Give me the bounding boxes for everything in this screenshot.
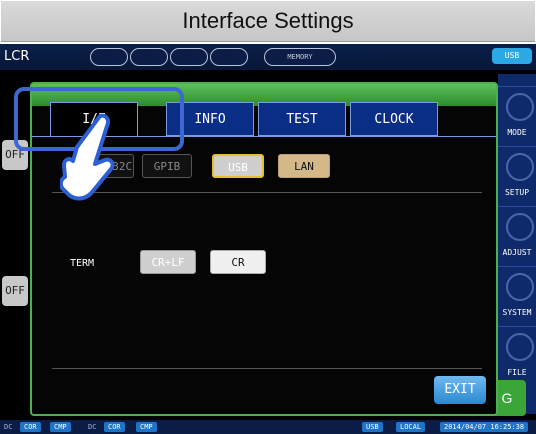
- mode-icon: [506, 93, 534, 121]
- if-option-usb[interactable]: USB: [212, 154, 264, 178]
- left-off-button[interactable]: OFF: [2, 276, 28, 306]
- tab-test[interactable]: TEST: [258, 102, 346, 136]
- right-sidebar: MODE SETUP ADJUST SYSTEM FILE: [498, 74, 536, 414]
- side-label: MODE: [507, 128, 527, 137]
- adjust-icon: [506, 213, 534, 241]
- status-usb: USB: [362, 422, 383, 432]
- side-label: ADJUST: [502, 248, 532, 257]
- memory-pill[interactable]: MEMORY: [264, 48, 336, 66]
- side-label: SYSTEM: [502, 308, 532, 317]
- status-cor: COR: [20, 422, 41, 432]
- divider: [52, 368, 482, 369]
- side-file[interactable]: FILE: [498, 326, 536, 385]
- top-pill[interactable]: [90, 48, 128, 66]
- term-option-crlf[interactable]: CR+LF: [140, 250, 196, 274]
- side-label: SETUP: [504, 188, 530, 197]
- file-icon: [506, 333, 534, 361]
- top-pill[interactable]: [130, 48, 168, 66]
- system-icon: [506, 273, 534, 301]
- status-cmp: CMP: [50, 422, 71, 432]
- setup-icon: [506, 153, 534, 181]
- side-adjust[interactable]: ADJUST: [498, 206, 536, 265]
- status-datetime: 2014/04/07 16:25:38: [440, 422, 529, 432]
- status-bar: DC COR CMP DC COR CMP USB LOCAL 2014/04/…: [0, 420, 536, 434]
- status-dc: DC: [4, 423, 13, 431]
- exit-button[interactable]: EXIT: [434, 376, 486, 404]
- top-bar: LCR MEMORY USB: [0, 44, 536, 70]
- tab-clock[interactable]: CLOCK: [350, 102, 438, 136]
- app-label: LCR: [4, 49, 30, 64]
- side-label: FILE: [507, 368, 527, 377]
- usb-indicator: USB: [492, 48, 532, 64]
- term-option-cr[interactable]: CR: [210, 250, 266, 274]
- side-system[interactable]: SYSTEM: [498, 266, 536, 325]
- top-pill[interactable]: [210, 48, 248, 66]
- pointer-hand-icon: [60, 113, 115, 201]
- status-cor2: COR: [104, 422, 125, 432]
- page-title: Interface Settings: [1, 1, 535, 42]
- top-pill[interactable]: [170, 48, 208, 66]
- if-option-gpib[interactable]: GPIB: [142, 154, 192, 178]
- side-mode[interactable]: MODE: [498, 86, 536, 145]
- if-option-lan[interactable]: LAN: [278, 154, 330, 178]
- side-setup[interactable]: SETUP: [498, 146, 536, 205]
- status-cmp2: CMP: [136, 422, 157, 432]
- status-dc2: DC: [88, 423, 97, 431]
- term-label: TERM: [70, 258, 95, 269]
- status-local: LOCAL: [396, 422, 426, 432]
- page-title-text: Interface Settings: [182, 8, 354, 33]
